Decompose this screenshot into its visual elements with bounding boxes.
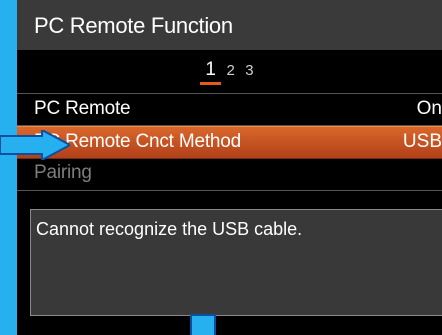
arrow-right-icon: [0, 130, 70, 160]
divider: [17, 190, 442, 191]
page-1-tab[interactable]: 1: [200, 60, 221, 85]
menu-item-pairing[interactable]: Pairing: [17, 158, 442, 189]
page-3-tab[interactable]: 3: [245, 61, 253, 81]
menu-item-value: On: [416, 98, 442, 119]
message-box: Cannot recognize the USB cable.: [30, 209, 442, 316]
arrow-up-icon: [190, 314, 216, 335]
pagination: 1 2 3: [17, 60, 442, 85]
menu-item-pc-remote[interactable]: PC Remote On: [17, 94, 442, 125]
page-2-tab[interactable]: 2: [226, 61, 234, 81]
menu-item-value: USB: [402, 131, 442, 152]
title-bar: PC Remote Function: [17, 0, 442, 50]
menu-item-pc-remote-cnct-method[interactable]: PC Remote Cnct Method USB: [17, 126, 442, 159]
camera-menu-screen: PC Remote Function 1 2 3 PC Remote On PC…: [17, 0, 442, 335]
message-text: Cannot recognize the USB cable.: [36, 219, 303, 239]
menu-item-label: PC Remote: [34, 98, 131, 119]
menu-item-label: Pairing: [34, 162, 92, 183]
page-title: PC Remote Function: [34, 13, 233, 38]
